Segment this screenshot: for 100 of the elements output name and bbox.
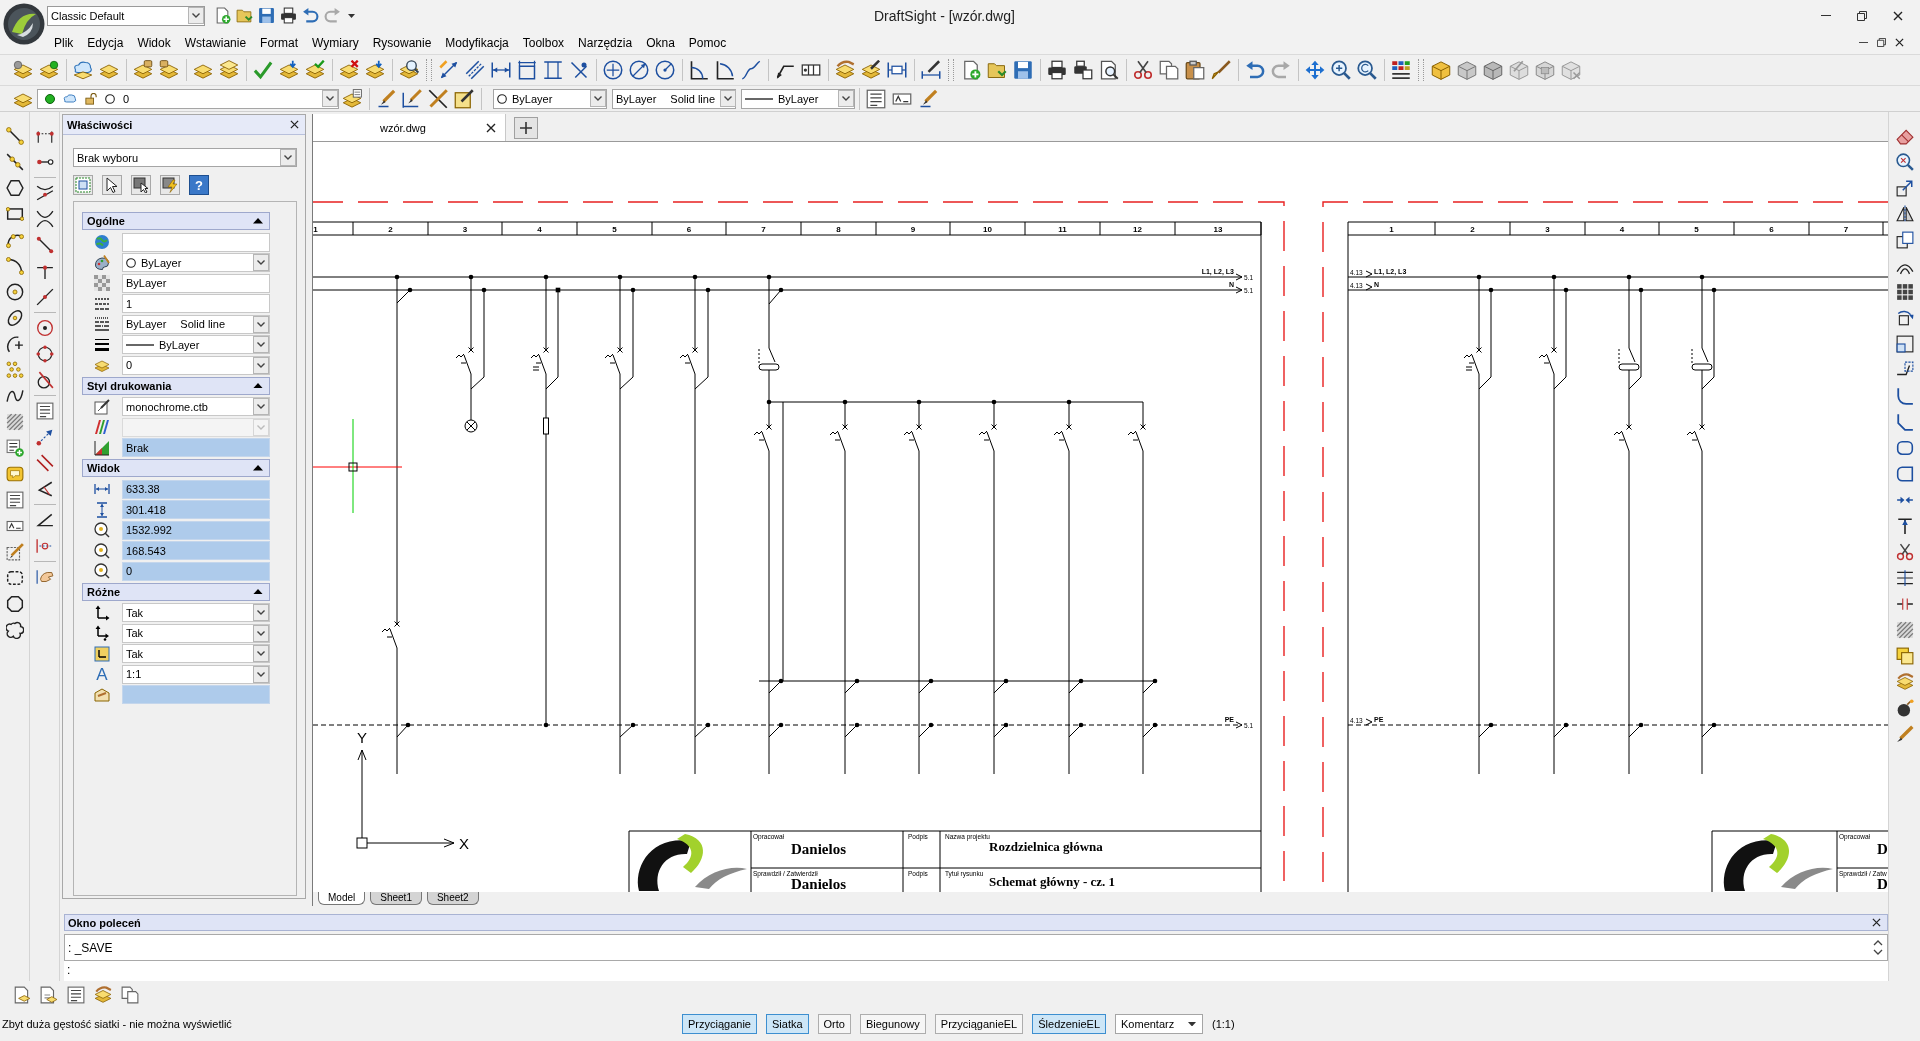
cloud-icon[interactable] bbox=[5, 621, 24, 639]
copy-icon[interactable] bbox=[1895, 647, 1914, 665]
property-field[interactable]: ByLayer bbox=[122, 273, 270, 293]
layers-icon[interactable] bbox=[339, 60, 359, 80]
scissors-icon[interactable] bbox=[1133, 60, 1153, 80]
menu-item[interactable]: Narzędzia bbox=[571, 35, 640, 50]
dimension-icon[interactable] bbox=[491, 60, 511, 80]
printer-icon[interactable] bbox=[279, 7, 297, 24]
dashed-rectangle-icon[interactable] bbox=[5, 569, 24, 587]
copy-icon[interactable] bbox=[1159, 60, 1179, 80]
box-icon[interactable] bbox=[1431, 60, 1451, 80]
workspace-dropdown[interactable]: Classic Default bbox=[47, 5, 205, 26]
selection-dropdown[interactable]: Brak wyboru bbox=[73, 148, 297, 167]
line-icon[interactable] bbox=[5, 153, 24, 171]
property-dropdown[interactable]: Tak bbox=[122, 644, 270, 664]
dimension-icon[interactable] bbox=[569, 60, 589, 80]
property-dropdown[interactable]: Tak bbox=[122, 603, 270, 623]
arc-icon[interactable] bbox=[715, 60, 735, 80]
spline-icon[interactable] bbox=[741, 60, 761, 80]
mirror-icon[interactable] bbox=[1895, 205, 1914, 223]
section-header[interactable]: Widok bbox=[82, 459, 270, 477]
print-preview-icon[interactable] bbox=[1099, 60, 1119, 80]
grid-icon[interactable] bbox=[1895, 283, 1914, 301]
cube-icon[interactable] bbox=[1535, 60, 1555, 80]
close-icon[interactable] bbox=[1895, 38, 1904, 47]
zoom-icon[interactable] bbox=[1357, 60, 1377, 80]
layers-icon[interactable] bbox=[399, 60, 419, 80]
copy-icon[interactable] bbox=[1895, 231, 1914, 249]
circle-icon[interactable] bbox=[35, 319, 54, 337]
angle-icon[interactable] bbox=[35, 480, 54, 498]
undo-icon[interactable] bbox=[1245, 60, 1265, 80]
layers-icon[interactable] bbox=[39, 985, 58, 1004]
scroll-down-icon[interactable] bbox=[1873, 949, 1883, 955]
text-box-icon[interactable] bbox=[35, 402, 54, 420]
layers-icon[interactable] bbox=[12, 985, 31, 1004]
new-tab-button[interactable] bbox=[514, 117, 538, 139]
scroll-up-icon[interactable] bbox=[1873, 940, 1883, 946]
checkmark-icon[interactable] bbox=[253, 60, 273, 80]
property-dropdown[interactable]: 1:1 bbox=[122, 664, 270, 684]
parallel-lines-icon[interactable] bbox=[35, 454, 54, 472]
menu-item[interactable]: Okna bbox=[639, 35, 682, 50]
text-box-icon[interactable] bbox=[66, 985, 85, 1004]
toggle-button[interactable]: Przyciąganie bbox=[682, 1014, 757, 1034]
property-dropdown[interactable]: ByLayer Solid line bbox=[122, 314, 270, 334]
toggle-button[interactable]: Biegunowy bbox=[859, 1014, 926, 1034]
folder-icon[interactable] bbox=[987, 60, 1007, 80]
layers-icon[interactable] bbox=[279, 60, 299, 80]
pointer-button[interactable] bbox=[102, 175, 122, 195]
hand-icon[interactable] bbox=[35, 568, 54, 586]
line-grid-icon[interactable] bbox=[1895, 569, 1914, 587]
toggle-button[interactable]: ŚledzenieEL bbox=[1032, 1014, 1106, 1034]
circle-icon[interactable] bbox=[655, 60, 675, 80]
dimension-icon[interactable] bbox=[921, 60, 941, 80]
copy-icon[interactable] bbox=[120, 985, 139, 1004]
close-icon[interactable] bbox=[1872, 918, 1881, 927]
menu-item[interactable]: Format bbox=[253, 35, 306, 50]
dashed-line-icon[interactable] bbox=[35, 537, 54, 555]
hatch-icon[interactable] bbox=[5, 413, 24, 431]
crossing-lines-icon[interactable] bbox=[35, 184, 54, 202]
text-plus-icon[interactable] bbox=[5, 439, 24, 457]
arc-icon[interactable] bbox=[5, 231, 24, 249]
crossing-lines-icon[interactable] bbox=[35, 210, 54, 228]
angle-icon[interactable] bbox=[35, 511, 54, 529]
layers-icon[interactable] bbox=[861, 60, 881, 80]
layout-tab[interactable]: Model bbox=[318, 892, 366, 905]
square-arrow-icon[interactable] bbox=[1895, 179, 1914, 197]
undo-icon[interactable] bbox=[301, 7, 319, 24]
ellipse-icon[interactable] bbox=[5, 309, 24, 327]
pencil-icon[interactable] bbox=[376, 88, 396, 109]
zoom-icon[interactable] bbox=[1331, 60, 1351, 80]
layer-dropdown[interactable]: 0 bbox=[37, 88, 339, 109]
dimension-icon[interactable] bbox=[517, 60, 537, 80]
spline-icon[interactable] bbox=[5, 387, 24, 405]
menu-item[interactable]: Wymiary bbox=[305, 35, 366, 50]
select-objects-button[interactable] bbox=[131, 175, 151, 195]
section-header[interactable]: Ogólne bbox=[82, 212, 270, 230]
help-button[interactable]: ? bbox=[189, 175, 209, 195]
save-icon[interactable] bbox=[1013, 60, 1033, 80]
caret-icon[interactable] bbox=[348, 13, 355, 18]
pencil-icon[interactable] bbox=[402, 88, 422, 109]
menu-item[interactable]: Modyfikacja bbox=[438, 35, 516, 50]
folder-icon[interactable] bbox=[235, 7, 253, 24]
arc-plus-icon[interactable] bbox=[5, 335, 24, 353]
rounded-rectangle-icon[interactable] bbox=[1895, 439, 1914, 457]
cube-icon[interactable] bbox=[1457, 60, 1477, 80]
arc-icon[interactable] bbox=[5, 257, 24, 275]
rotate-icon[interactable] bbox=[1895, 309, 1914, 327]
octagon-icon[interactable] bbox=[5, 595, 24, 613]
line-icon[interactable] bbox=[5, 127, 24, 145]
nested-squares-icon[interactable] bbox=[1895, 335, 1914, 353]
lineweight-dropdown[interactable]: ByLayer bbox=[741, 88, 855, 109]
pencil-icon[interactable] bbox=[918, 88, 938, 109]
line-icon[interactable] bbox=[35, 288, 54, 306]
rounded-corner-icon[interactable] bbox=[1895, 387, 1914, 405]
printer-icon[interactable] bbox=[1047, 60, 1067, 80]
property-dropdown[interactable]: monochrome.ctb bbox=[122, 397, 270, 417]
circle-icon[interactable] bbox=[35, 345, 54, 363]
arrow-icon[interactable] bbox=[35, 428, 54, 446]
menu-item[interactable]: Toolbox bbox=[515, 35, 572, 50]
close-icon[interactable] bbox=[486, 122, 496, 133]
